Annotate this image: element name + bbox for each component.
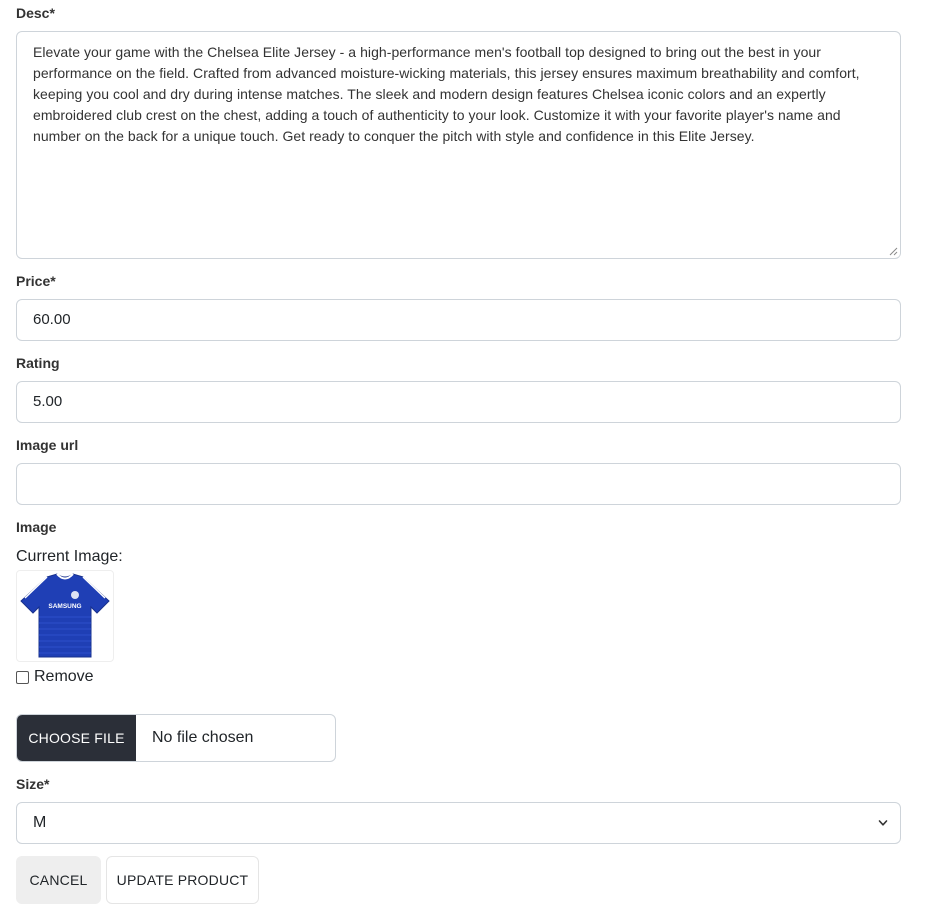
remove-label: Remove bbox=[34, 668, 94, 685]
desc-textarea[interactable]: Elevate your game with the Chelsea Elite… bbox=[16, 31, 901, 259]
current-image-label: Current Image: bbox=[16, 548, 123, 565]
jersey-image: SAMSUNG bbox=[20, 573, 110, 658]
rating-input[interactable]: 5.00 bbox=[16, 381, 901, 423]
price-label: Price* bbox=[16, 273, 56, 289]
cancel-button[interactable]: CANCEL bbox=[16, 856, 101, 904]
size-select-value: M bbox=[33, 814, 47, 831]
resize-grip-icon[interactable] bbox=[888, 246, 898, 256]
size-label: Size* bbox=[16, 776, 50, 792]
rating-label: Rating bbox=[16, 355, 60, 371]
remove-checkbox-row[interactable]: Remove bbox=[16, 668, 94, 686]
desc-label: Desc* bbox=[16, 5, 55, 21]
desc-text: Elevate your game with the Chelsea Elite… bbox=[33, 44, 860, 144]
image-url-input[interactable] bbox=[16, 463, 901, 505]
price-input[interactable]: 60.00 bbox=[16, 299, 901, 341]
choose-file-button[interactable]: CHOOSE FILE bbox=[17, 715, 136, 761]
size-select[interactable]: M bbox=[16, 802, 901, 844]
remove-checkbox[interactable] bbox=[16, 670, 29, 684]
update-product-button[interactable]: UPDATE PRODUCT bbox=[106, 856, 259, 904]
chevron-down-icon bbox=[878, 820, 888, 826]
current-image-thumbnail: SAMSUNG bbox=[16, 570, 114, 662]
image-url-label: Image url bbox=[16, 437, 79, 453]
jersey-sponsor-text: SAMSUNG bbox=[48, 603, 81, 610]
image-label: Image bbox=[16, 519, 57, 535]
no-file-text: No file chosen bbox=[152, 729, 254, 746]
file-input[interactable]: CHOOSE FILE No file chosen bbox=[16, 714, 336, 762]
